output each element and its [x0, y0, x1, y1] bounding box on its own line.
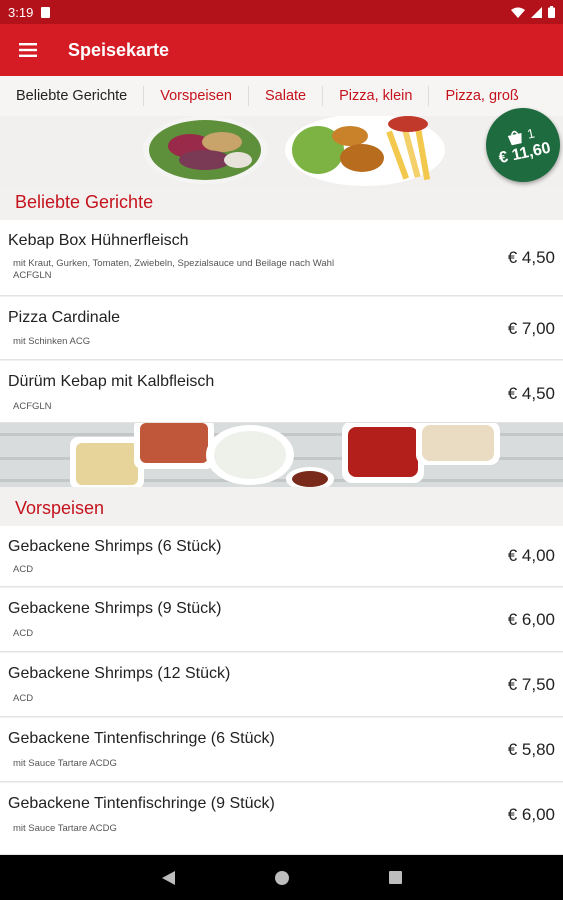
item-allergens: ACFGLN: [13, 270, 52, 281]
system-nav-bar: [0, 855, 563, 900]
item-price: € 7,00: [507, 319, 555, 338]
item-price: € 7,50: [507, 675, 555, 694]
item-description: mit Schinken ACG: [13, 336, 91, 347]
item-price: € 4,50: [507, 248, 555, 267]
item-name: Gebackene Shrimps (6 Stück): [8, 538, 222, 555]
status-time: 3:19: [8, 4, 34, 20]
item-description: ACD: [13, 628, 34, 639]
tab-pizza-gross[interactable]: Pizza, groß: [429, 86, 534, 106]
tab-vorspeisen[interactable]: Vorspeisen: [144, 86, 249, 106]
item-name: Gebackene Shrimps (9 Stück): [8, 600, 222, 617]
item-name: Gebackene Shrimps (12 Stück): [8, 665, 231, 682]
menu-item[interactable]: Dürüm Kebap mit Kalbfleisch ACFGLN € 4,5…: [0, 361, 563, 423]
status-bar: 3:19: [0, 0, 563, 24]
battery-icon: [548, 6, 555, 18]
tab-salate[interactable]: Salate: [249, 86, 324, 106]
signal-icon: [531, 6, 542, 18]
back-button[interactable]: [161, 870, 175, 885]
home-icon: [274, 870, 289, 885]
home-button[interactable]: [274, 870, 289, 885]
item-price: € 4,00: [507, 546, 555, 565]
section-title-vorspeisen: Vorspeisen: [0, 494, 563, 526]
item-description: ACFGLN: [13, 401, 52, 412]
menu-item[interactable]: Gebackene Tintenfischringe (6 Stück) mit…: [0, 718, 563, 782]
shopping-bag-icon: [508, 130, 522, 145]
menu-item[interactable]: Gebackene Tintenfischringe (9 Stück) mit…: [0, 783, 563, 855]
menu-item[interactable]: Pizza Cardinale mit Schinken ACG € 7,00: [0, 297, 563, 360]
item-name: Gebackene Tintenfischringe (6 Stück): [8, 730, 275, 747]
menu-item[interactable]: Gebackene Shrimps (9 Stück) ACD € 6,00: [0, 588, 563, 652]
item-price: € 4,50: [507, 384, 555, 403]
menu-button[interactable]: [0, 24, 56, 76]
vorspeisen-banner-image: [0, 423, 563, 487]
cart-total: € 11,60: [497, 139, 553, 167]
sd-card-icon: [41, 6, 51, 18]
item-name: Kebap Box Hühnerfleisch: [8, 232, 189, 249]
cart-count: 1: [525, 125, 536, 142]
page-title: Speisekarte: [68, 39, 170, 60]
section-title-beliebte-gerichte: Beliebte Gerichte: [0, 188, 563, 220]
item-price: € 6,00: [507, 610, 555, 629]
item-price: € 5,80: [507, 740, 555, 759]
back-icon: [161, 870, 175, 885]
item-price: € 6,00: [507, 805, 555, 824]
item-description: mit Sauce Tartare ACDG: [13, 758, 117, 769]
recents-button[interactable]: [388, 871, 402, 884]
tab-beliebte-gerichte[interactable]: Beliebte Gerichte: [0, 86, 145, 106]
item-description: ACD: [13, 564, 34, 575]
recents-icon: [388, 871, 402, 884]
menu-item[interactable]: Gebackene Shrimps (6 Stück) ACD € 4,00: [0, 526, 563, 587]
menu-icon: [19, 43, 37, 57]
item-name: Dürüm Kebap mit Kalbfleisch: [8, 373, 215, 390]
menu-item[interactable]: Gebackene Shrimps (12 Stück) ACD € 7,50: [0, 653, 563, 717]
item-description: mit Kraut, Gurken, Tomaten, Zwiebeln, Sp…: [13, 258, 335, 269]
wifi-icon: [511, 7, 525, 18]
item-name: Pizza Cardinale: [8, 309, 121, 326]
item-description: ACD: [13, 693, 34, 704]
app-bar: Speisekarte: [0, 24, 563, 76]
salad-image: [143, 116, 445, 186]
menu-item[interactable]: Kebap Box Hühnerfleisch mit Kraut, Gurke…: [0, 220, 563, 296]
tab-pizza-klein[interactable]: Pizza, klein: [323, 86, 430, 106]
item-name: Gebackene Tintenfischringe (9 Stück): [8, 795, 275, 812]
category-banner: [0, 116, 563, 188]
item-description: mit Sauce Tartare ACDG: [13, 823, 117, 834]
category-tabs: Beliebte Gerichte Vorspeisen Salate Pizz…: [0, 76, 563, 116]
